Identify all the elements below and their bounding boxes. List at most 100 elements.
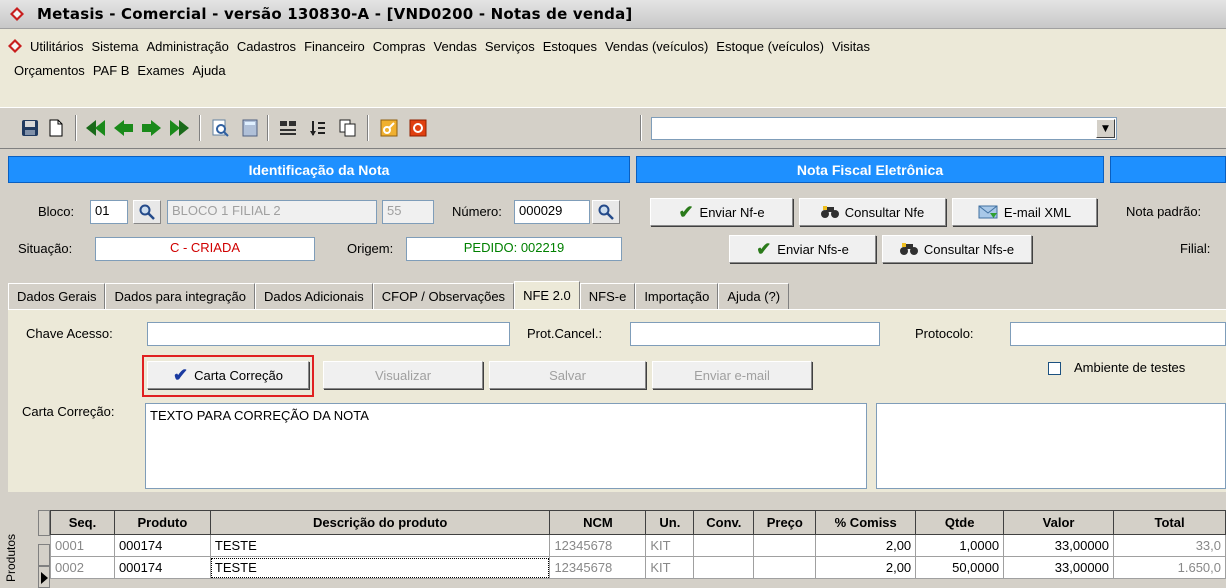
visualizar-button[interactable]: Visualizar bbox=[323, 361, 483, 389]
bloco-input[interactable]: 01 bbox=[90, 200, 128, 224]
save-icon[interactable] bbox=[18, 116, 42, 140]
menu-utilitarios[interactable]: Utilitários bbox=[26, 39, 87, 54]
tab-importacao[interactable]: Importação bbox=[635, 283, 719, 309]
col-qtde[interactable]: Qtde bbox=[915, 510, 1005, 535]
menu-paf-b[interactable]: PAF B bbox=[89, 63, 134, 78]
menu-financeiro[interactable]: Financeiro bbox=[300, 39, 369, 54]
col-comiss[interactable]: % Comiss bbox=[815, 510, 917, 535]
col-seq[interactable]: Seq. bbox=[50, 510, 115, 535]
numero-input[interactable]: 000029 bbox=[514, 200, 590, 224]
visualizar-label: Visualizar bbox=[374, 367, 432, 383]
col-valor[interactable]: Valor bbox=[1003, 510, 1115, 535]
enviar-nfse-button[interactable]: ✔ Enviar Nfs-e bbox=[729, 235, 876, 263]
cell-conv bbox=[693, 556, 755, 579]
ambiente-testes-label: Ambiente de testes bbox=[1074, 360, 1186, 375]
products-table: Seq. Produto Descrição do produto NCM Un… bbox=[50, 510, 1226, 579]
cell-qtde: 1,0000 bbox=[915, 534, 1005, 557]
col-produto[interactable]: Produto bbox=[113, 510, 211, 535]
cell-conv bbox=[693, 534, 755, 557]
tab-cfop-observacoes[interactable]: CFOP / Observações bbox=[372, 283, 515, 309]
table-row[interactable]: 0002 000174 TESTE 12345678 KIT 2,00 50,0… bbox=[50, 556, 1226, 579]
bloco-code: 55 bbox=[382, 200, 434, 224]
prot-cancel-input[interactable] bbox=[630, 322, 880, 346]
table-row[interactable]: 0001 000174 TESTE 12345678 KIT 2,00 1,00… bbox=[50, 534, 1226, 557]
exit-icon[interactable] bbox=[406, 116, 430, 140]
consultar-nfe-button[interactable]: Consultar Nfe bbox=[799, 198, 946, 226]
cell-produto: 000174 bbox=[113, 534, 211, 557]
record-list-icon[interactable] bbox=[276, 116, 300, 140]
cell-ncm: 12345678 bbox=[549, 556, 647, 579]
tab-dados-adicionais[interactable]: Dados Adicionais bbox=[255, 283, 373, 309]
copy-record-icon[interactable] bbox=[336, 116, 360, 140]
cell-produto: 000174 bbox=[113, 556, 211, 579]
tab-dados-integracao[interactable]: Dados para integração bbox=[105, 283, 256, 309]
menu-exames[interactable]: Exames bbox=[133, 63, 188, 78]
col-total[interactable]: Total bbox=[1113, 510, 1226, 535]
col-conv[interactable]: Conv. bbox=[693, 510, 755, 535]
checkmark-icon: ✔ bbox=[756, 238, 772, 259]
tab-ajuda[interactable]: Ajuda (?) bbox=[718, 283, 790, 309]
carta-correcao-button[interactable]: ✔ Carta Correção bbox=[147, 361, 309, 389]
col-descricao[interactable]: Descrição do produto bbox=[209, 510, 551, 535]
menu-row-2: Orçamentos PAF B Exames Ajuda bbox=[10, 59, 230, 81]
menu-ajuda[interactable]: Ajuda bbox=[188, 63, 229, 78]
tab-nfe-2-0[interactable]: NFE 2.0 bbox=[514, 281, 580, 309]
menu-vendas-veiculos[interactable]: Vendas (veículos) bbox=[601, 39, 712, 54]
new-document-icon[interactable] bbox=[44, 116, 68, 140]
cell-descricao: TESTE bbox=[209, 534, 551, 557]
first-record-icon[interactable] bbox=[85, 116, 109, 140]
toolbar-separator bbox=[75, 115, 77, 141]
app-logo-icon[interactable] bbox=[8, 39, 22, 53]
menu-administracao[interactable]: Administração bbox=[142, 39, 232, 54]
calculator-icon[interactable] bbox=[238, 116, 262, 140]
situacao-value: C - CRIADA bbox=[95, 237, 315, 261]
next-record-icon[interactable] bbox=[139, 116, 163, 140]
tab-nfs-e[interactable]: NFS-e bbox=[579, 283, 636, 309]
cell-un: KIT bbox=[645, 534, 695, 557]
menu-orcamentos[interactable]: Orçamentos bbox=[10, 63, 89, 78]
previous-record-icon[interactable] bbox=[112, 116, 136, 140]
consultar-nfse-button[interactable]: Consultar Nfs-e bbox=[882, 235, 1032, 263]
col-ncm[interactable]: NCM bbox=[549, 510, 647, 535]
menu-estoques[interactable]: Estoques bbox=[539, 39, 601, 54]
sort-icon[interactable] bbox=[306, 116, 330, 140]
carta-correcao-textarea[interactable]: TEXTO PARA CORREÇÃO DA NOTA bbox=[145, 403, 867, 489]
protocolo-input[interactable] bbox=[1010, 322, 1226, 346]
response-textarea[interactable] bbox=[876, 403, 1226, 489]
key-icon[interactable] bbox=[377, 116, 401, 140]
table-header-row: Seq. Produto Descrição do produto NCM Un… bbox=[50, 510, 1226, 535]
window-titlebar: Metasis - Comercial - versão 130830-A - … bbox=[0, 0, 1226, 29]
cell-preco bbox=[753, 556, 817, 579]
salvar-label: Salvar bbox=[549, 367, 586, 383]
tab-dados-gerais[interactable]: Dados Gerais bbox=[8, 283, 106, 309]
col-un[interactable]: Un. bbox=[645, 510, 695, 535]
bloco-search-button[interactable] bbox=[133, 200, 161, 224]
cell-seq: 0002 bbox=[50, 556, 115, 579]
cell-qtde: 50,0000 bbox=[915, 556, 1005, 579]
situacao-label: Situação: bbox=[18, 241, 73, 256]
col-preco[interactable]: Preço bbox=[753, 510, 817, 535]
enviar-email-button[interactable]: Enviar e-mail bbox=[652, 361, 812, 389]
menu-servicos[interactable]: Serviços bbox=[481, 39, 539, 54]
cell-descricao: TESTE bbox=[209, 556, 551, 579]
email-xml-button[interactable]: E-mail XML bbox=[952, 198, 1097, 226]
menu-cadastros[interactable]: Cadastros bbox=[233, 39, 300, 54]
menu-estoque-veiculos[interactable]: Estoque (veículos) bbox=[712, 39, 828, 54]
menu-visitas[interactable]: Visitas bbox=[828, 39, 874, 54]
enviar-nfe-button[interactable]: ✔ Enviar Nf-e bbox=[650, 198, 793, 226]
last-record-icon[interactable] bbox=[166, 116, 190, 140]
section-identificacao: Identificação da Nota bbox=[8, 156, 630, 183]
row-indicator-current[interactable] bbox=[38, 566, 50, 588]
consultar-nfse-label: Consultar Nfs-e bbox=[923, 241, 1015, 257]
menu-vendas[interactable]: Vendas bbox=[430, 39, 481, 54]
ambiente-testes-checkbox[interactable] bbox=[1048, 362, 1061, 375]
toolbar-combo[interactable]: ▼ bbox=[651, 117, 1117, 140]
chave-acesso-input[interactable] bbox=[147, 322, 510, 346]
chevron-down-icon[interactable]: ▼ bbox=[1096, 119, 1115, 138]
menu-compras[interactable]: Compras bbox=[369, 39, 430, 54]
numero-search-button[interactable] bbox=[592, 200, 620, 224]
menu-sistema[interactable]: Sistema bbox=[87, 39, 142, 54]
preview-icon[interactable] bbox=[208, 116, 232, 140]
salvar-button[interactable]: Salvar bbox=[489, 361, 646, 389]
section-nfe: Nota Fiscal Eletrônica bbox=[636, 156, 1104, 183]
